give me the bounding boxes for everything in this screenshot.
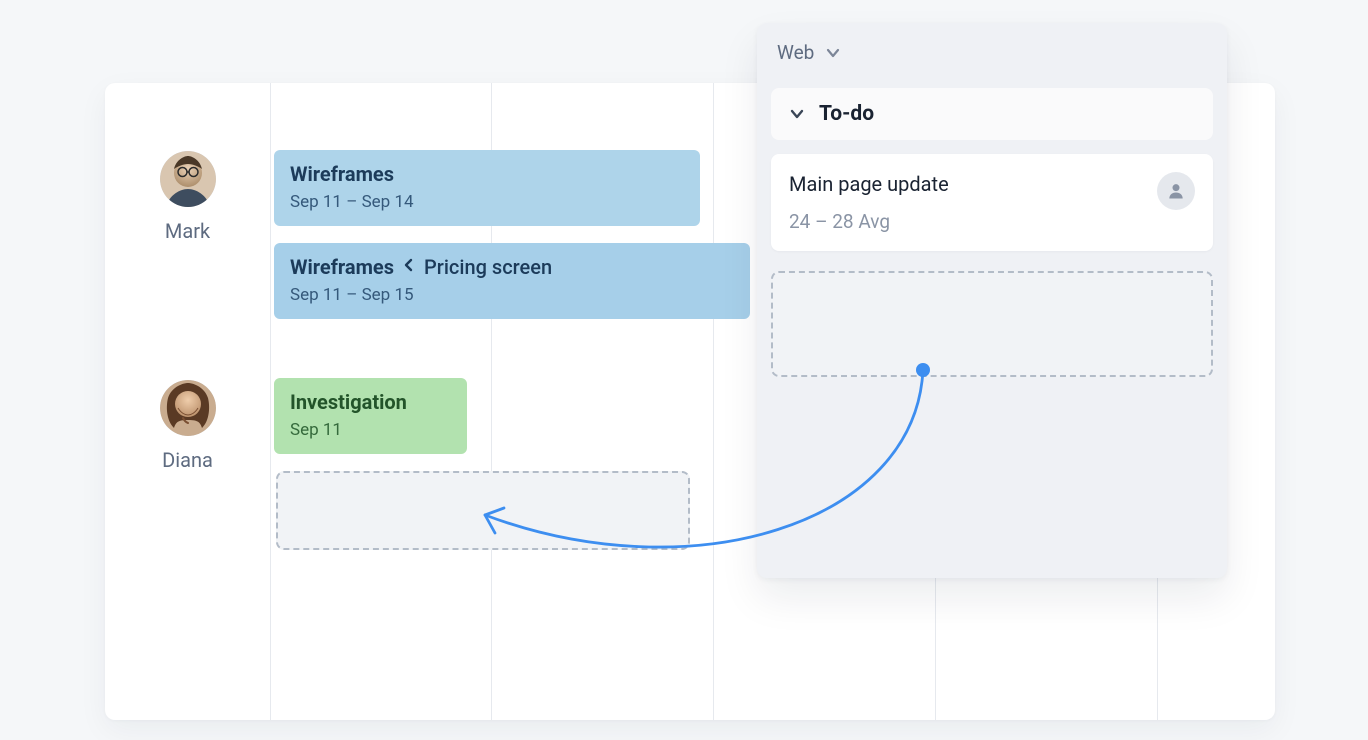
task-date-range: Sep 11 – Sep 15	[290, 285, 734, 305]
panel-header[interactable]: Web	[757, 23, 1227, 78]
chevron-down-icon	[824, 44, 842, 62]
person-name: Mark	[105, 219, 270, 243]
person-row: Mark	[105, 151, 270, 243]
task-date-range: Sep 11	[290, 420, 451, 440]
todo-card-title: Main page update	[789, 172, 949, 196]
todo-side-panel: Web To-do Main page update 24 – 28 Avg	[757, 23, 1227, 578]
todo-card-date: 24 – 28 Avg	[789, 210, 949, 233]
chevron-left-icon	[404, 257, 414, 276]
todo-section-title: To-do	[819, 102, 874, 126]
parent-task-name: Pricing screen	[424, 255, 552, 279]
task-title: Investigation	[290, 390, 451, 414]
task-title-text: Wireframes	[290, 255, 394, 279]
person-avatar-icon	[160, 380, 216, 436]
chevron-down-icon	[789, 105, 805, 124]
task-date-range: Sep 11 – Sep 14	[290, 192, 684, 212]
todo-section-header[interactable]: To-do	[771, 88, 1213, 140]
person-name: Diana	[105, 448, 270, 472]
timeline-drop-zone[interactable]	[276, 471, 690, 550]
person-icon	[1166, 181, 1186, 201]
card-drop-zone[interactable]	[771, 271, 1213, 377]
person-avatar-icon	[160, 151, 216, 207]
todo-card-body: Main page update 24 – 28 Avg	[789, 172, 949, 233]
person-row: Diana	[105, 380, 270, 472]
task-bar[interactable]: Wireframes Pricing screen Sep 11 – Sep 1…	[274, 243, 750, 319]
assignee-button[interactable]	[1157, 172, 1195, 210]
task-title: Wireframes Pricing screen	[290, 255, 734, 279]
avatar	[160, 151, 216, 207]
task-title: Wireframes	[290, 162, 684, 186]
todo-card[interactable]: Main page update 24 – 28 Avg	[771, 154, 1213, 251]
task-bar[interactable]: Investigation Sep 11	[274, 378, 467, 454]
task-bar[interactable]: Wireframes Sep 11 – Sep 14	[274, 150, 700, 226]
panel-header-label: Web	[777, 41, 814, 64]
avatar	[160, 380, 216, 436]
